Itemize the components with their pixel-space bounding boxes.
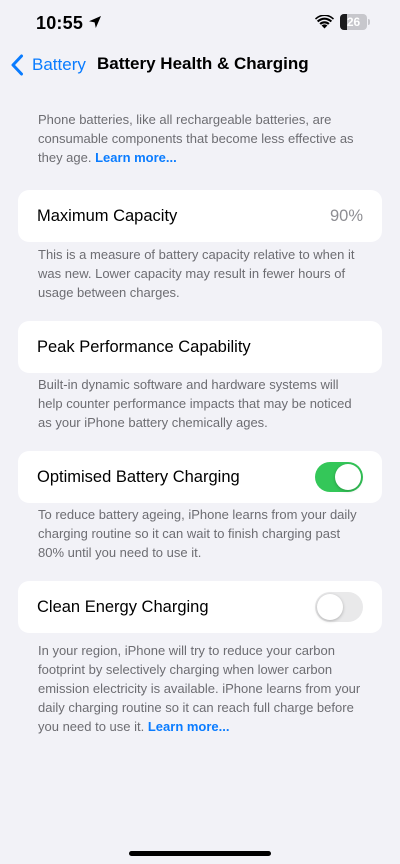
maximum-capacity-row: Maximum Capacity 90% [18, 190, 382, 242]
battery-level: 26 [346, 15, 361, 29]
navigation-bar: Battery Battery Health & Charging [0, 48, 400, 82]
peak-performance-label: Peak Performance Capability [37, 338, 251, 356]
toggle-knob [335, 464, 361, 490]
maximum-capacity-label: Maximum Capacity [37, 207, 178, 225]
status-bar: 10:55 26 [0, 0, 400, 46]
home-indicator[interactable] [129, 851, 271, 856]
optimised-charging-footnote: To reduce battery ageing, iPhone learns … [38, 507, 357, 560]
location-arrow-icon [89, 16, 101, 28]
learn-more-link[interactable]: Learn more... [148, 719, 230, 734]
maximum-capacity-value: 90% [329, 207, 363, 225]
learn-more-link[interactable]: Learn more... [95, 150, 177, 165]
wifi-icon [315, 15, 334, 29]
clean-energy-toggle[interactable] [315, 592, 363, 622]
peak-performance-row[interactable]: Peak Performance Capability [18, 321, 382, 373]
optimised-charging-toggle[interactable] [315, 462, 363, 492]
peak-performance-footnote: Built-in dynamic software and hardware s… [38, 377, 352, 430]
optimised-charging-row: Optimised Battery Charging [18, 451, 382, 503]
intro-text: Phone batteries, like all rechargeable b… [38, 110, 364, 167]
toggle-knob [317, 594, 343, 620]
chevron-left-icon [11, 54, 23, 76]
clean-energy-label: Clean Energy Charging [37, 598, 209, 616]
back-label: Battery [32, 55, 86, 74]
battery-icon: 26 [340, 14, 370, 30]
status-time: 10:55 [36, 13, 84, 33]
back-button[interactable]: Battery [10, 52, 86, 78]
optimised-charging-label: Optimised Battery Charging [37, 468, 240, 486]
intro-description: Phone batteries, like all rechargeable b… [38, 112, 354, 165]
maximum-capacity-footnote: This is a measure of battery capacity re… [38, 247, 355, 300]
clean-energy-footnote: In your region, iPhone will try to reduc… [38, 641, 364, 736]
page-title: Battery Health & Charging [97, 54, 309, 73]
clean-energy-row: Clean Energy Charging [18, 581, 382, 633]
